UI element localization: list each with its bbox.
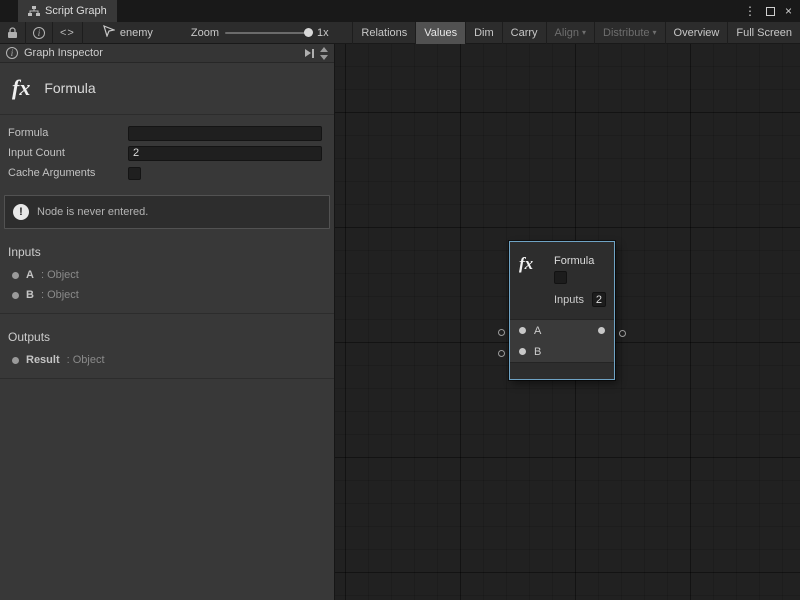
inputs-section-header: Inputs: [0, 229, 334, 265]
port-dot-icon: [12, 357, 19, 364]
divider: [0, 378, 334, 379]
inspector-output-port-result: Result : Object: [0, 350, 334, 370]
formula-node-header: fx Formula Inputs 2: [510, 242, 614, 319]
zoom-value: 1x: [317, 27, 329, 39]
graph-canvas[interactable]: fx Formula Inputs 2 A B: [335, 44, 800, 600]
tab-script-graph[interactable]: Script Graph: [18, 0, 117, 22]
graph-toolbar: i <> enemy Zoom 1x Relations Values Dim …: [0, 22, 800, 44]
carry-button[interactable]: Carry: [502, 22, 546, 44]
input-count-input[interactable]: [128, 146, 322, 161]
port-dot-icon: [12, 272, 19, 279]
inspector-header: i Graph Inspector: [0, 44, 334, 63]
zoom-slider[interactable]: [225, 32, 311, 34]
cache-arguments-field-row: Cache Arguments: [0, 163, 334, 183]
distribute-button[interactable]: Distribute ▾: [594, 22, 664, 44]
node-title: Formula: [554, 255, 594, 267]
close-icon[interactable]: ×: [785, 5, 792, 17]
input-count-label: Input Count: [8, 147, 128, 159]
chevron-down-icon: ▾: [582, 28, 586, 37]
window-tab-bar: Script Graph ⋮ ×: [0, 0, 800, 22]
unconnected-port-circle[interactable]: [498, 350, 505, 357]
relations-button[interactable]: Relations: [352, 22, 415, 44]
lock-icon[interactable]: [0, 22, 25, 44]
script-graph-icon: [28, 6, 40, 17]
output-port-result-icon[interactable]: [598, 327, 605, 334]
node-inputs-label: Inputs: [554, 294, 584, 306]
input-count-field-row: Input Count: [0, 143, 334, 163]
align-button[interactable]: Align ▾: [546, 22, 594, 44]
maximize-icon[interactable]: [766, 7, 775, 16]
scroll-up-icon[interactable]: [320, 47, 328, 52]
inspector-input-port-a: A : Object: [0, 265, 334, 285]
values-button[interactable]: Values: [415, 22, 465, 44]
scroll-arrows[interactable]: [320, 47, 330, 60]
inspector-input-port-b: B : Object: [0, 285, 334, 305]
node-footer: [510, 363, 614, 379]
unit-name: Formula: [44, 80, 95, 96]
input-port-b-label: B: [534, 346, 541, 358]
full-screen-button[interactable]: Full Screen: [727, 22, 800, 44]
input-port-b-icon[interactable]: [519, 348, 526, 355]
overview-button[interactable]: Overview: [665, 22, 728, 44]
node-port-row-a: A: [510, 320, 614, 341]
node-inputs-row: Inputs 2: [554, 292, 606, 307]
formula-input[interactable]: [128, 126, 322, 141]
inspector-title: Graph Inspector: [24, 47, 299, 59]
tab-label: Script Graph: [45, 5, 107, 17]
node-ports: A B: [510, 319, 614, 363]
window-controls: ⋮ ×: [744, 0, 800, 22]
dim-button[interactable]: Dim: [465, 22, 502, 44]
target-object[interactable]: enemy: [103, 25, 153, 40]
target-cursor-icon: [103, 25, 115, 40]
node-input-count[interactable]: 2: [592, 292, 606, 307]
inspector-fields: Formula Input Count Cache Arguments: [0, 115, 334, 187]
toolbar-separator: [82, 22, 83, 44]
zoom-control: Zoom 1x: [191, 27, 329, 39]
dock-panel-icon[interactable]: [305, 49, 314, 58]
formula-node[interactable]: fx Formula Inputs 2 A B: [509, 241, 615, 380]
graph-inspector-panel: i Graph Inspector fx Formula Formula Inp…: [0, 44, 335, 600]
formula-label: Formula: [8, 127, 128, 139]
warning-box: ! Node is never entered.: [4, 195, 330, 229]
info-icon[interactable]: i: [26, 22, 52, 44]
input-port-a-icon[interactable]: [519, 327, 526, 334]
target-name: enemy: [120, 27, 153, 39]
unconnected-port-circle[interactable]: [619, 330, 626, 337]
node-port-row-b: B: [510, 341, 614, 362]
toolbar-buttons: Relations Values Dim Carry Align ▾ Distr…: [352, 22, 800, 44]
cache-arguments-checkbox[interactable]: [128, 167, 141, 180]
warning-icon: !: [13, 204, 29, 220]
unconnected-port-circle[interactable]: [498, 329, 505, 336]
formula-field-row: Formula: [0, 123, 334, 143]
chevron-down-icon: ▾: [653, 28, 657, 37]
outputs-section-header: Outputs: [0, 314, 334, 350]
scroll-down-icon[interactable]: [320, 55, 328, 60]
port-dot-icon: [12, 292, 19, 299]
code-view-icon[interactable]: <>: [53, 22, 82, 44]
warning-text: Node is never entered.: [37, 206, 148, 218]
window-menu-icon[interactable]: ⋮: [744, 5, 756, 17]
input-port-a-label: A: [534, 325, 541, 337]
fx-icon: fx: [12, 75, 30, 101]
node-formula-input[interactable]: [554, 271, 567, 284]
cache-arguments-label: Cache Arguments: [8, 167, 128, 179]
info-icon: i: [6, 47, 18, 59]
fx-icon: fx: [519, 254, 533, 274]
unit-title-block: fx Formula: [0, 63, 334, 115]
zoom-slider-knob[interactable]: [304, 28, 313, 37]
zoom-label: Zoom: [191, 27, 219, 39]
